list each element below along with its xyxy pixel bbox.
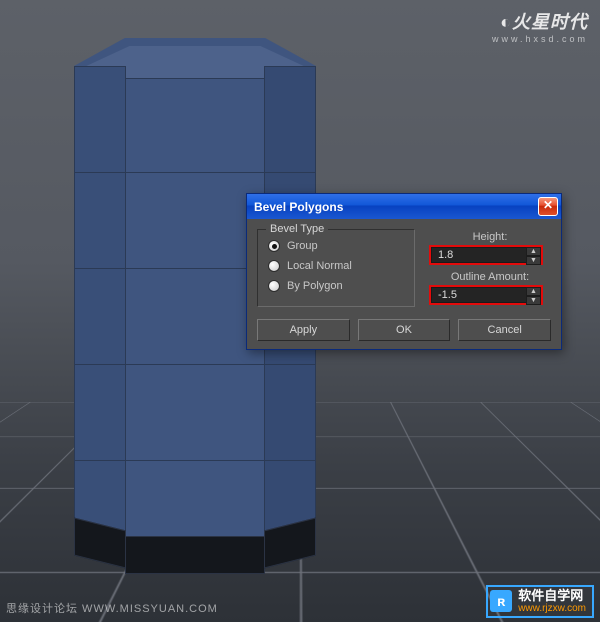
dialog-titlebar[interactable]: Bevel Polygons ✕ [247, 194, 561, 219]
radio-group-option[interactable]: Group [268, 236, 404, 256]
radio-local-normal-option[interactable]: Local Normal [268, 256, 404, 276]
apply-button[interactable]: Apply [257, 319, 350, 341]
watermark-title: 软件自学网 [518, 589, 586, 603]
bevel-type-label: Bevel Type [266, 223, 328, 235]
spinner-down-icon[interactable]: ▼ [526, 296, 541, 305]
watermark-bottom-left: 思缘设计论坛 WWW.MISSYUAN.COM [6, 600, 218, 616]
logo-icon: ʀ [490, 590, 512, 612]
radio-icon [268, 260, 280, 272]
dialog-title: Bevel Polygons [254, 200, 538, 214]
bevel-type-group: Bevel Type Group Local Normal By Polygon [257, 229, 415, 307]
radio-label: By Polygon [287, 280, 343, 292]
spinner-up-icon[interactable]: ▲ [526, 287, 541, 296]
outline-spinner: ▲ ▼ [429, 285, 543, 305]
height-input[interactable] [431, 247, 526, 263]
radio-label: Group [287, 240, 318, 252]
radio-by-polygon-option[interactable]: By Polygon [268, 276, 404, 296]
ok-button[interactable]: OK [358, 319, 451, 341]
watermark-bottom-right: ʀ 软件自学网 www.rjzxw.com [486, 585, 594, 618]
spinner-up-icon[interactable]: ▲ [526, 247, 541, 256]
bevel-polygons-dialog: Bevel Polygons ✕ Bevel Type Group Local … [246, 193, 562, 350]
close-button[interactable]: ✕ [538, 197, 558, 216]
height-spinner: ▲ ▼ [429, 245, 543, 265]
watermark-url: www.rjzxw.com [518, 603, 586, 614]
radio-label: Local Normal [287, 260, 352, 272]
radio-icon [268, 280, 280, 292]
height-label: Height: [429, 231, 551, 243]
outline-label: Outline Amount: [429, 271, 551, 283]
spinner-down-icon[interactable]: ▼ [526, 256, 541, 265]
model-base [74, 524, 316, 578]
cancel-button[interactable]: Cancel [458, 319, 551, 341]
outline-input[interactable] [431, 287, 526, 303]
radio-icon [268, 240, 280, 252]
watermark-top: ◐火星时代 www.hxsd.com [492, 8, 588, 44]
